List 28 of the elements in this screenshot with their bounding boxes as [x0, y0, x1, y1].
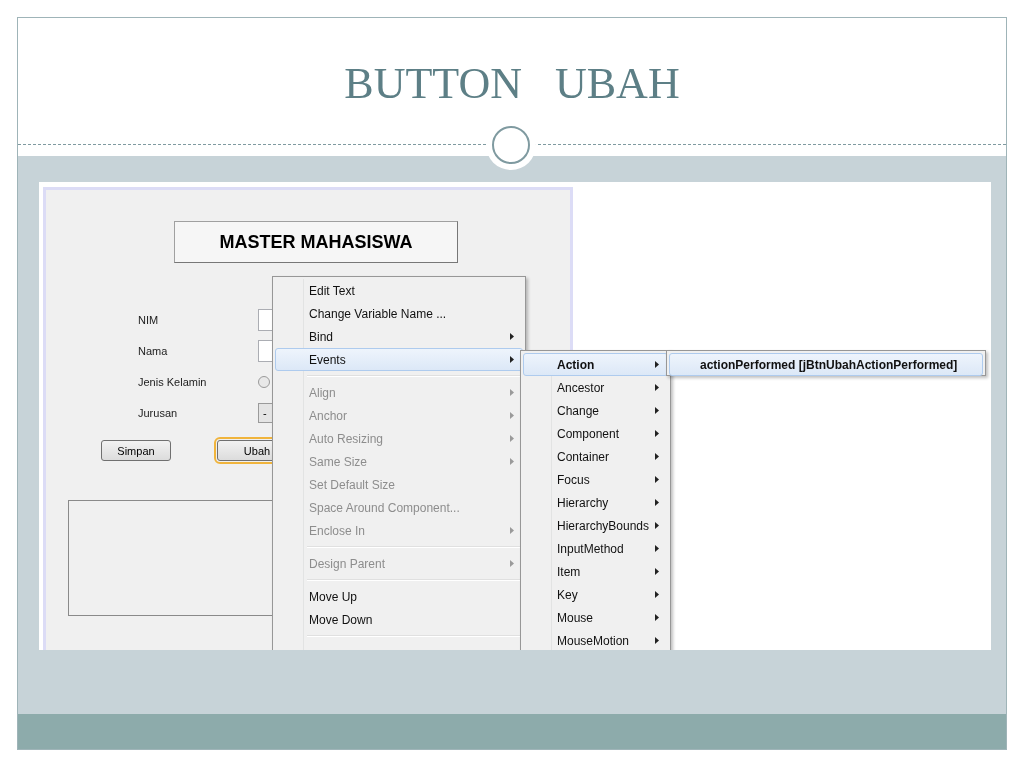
menu-item[interactable]: Edit Text: [275, 279, 523, 302]
menu-item[interactable]: Component: [523, 422, 668, 445]
menu-item[interactable]: Mouse: [523, 606, 668, 629]
menu-item[interactable]: Bind: [275, 325, 523, 348]
menu-item[interactable]: Focus: [523, 468, 668, 491]
field-label: Jenis Kelamin: [138, 376, 208, 388]
menu-item[interactable]: Move Up: [275, 585, 523, 608]
form-title: MASTER MAHASISWA: [174, 221, 458, 263]
menu-item[interactable]: MouseMotion: [523, 629, 668, 650]
menu-item[interactable]: Action: [523, 353, 668, 376]
field-label: Jurusan: [138, 407, 179, 419]
menu-item[interactable]: Change Variable Name ...: [275, 302, 523, 325]
field-label: NIM: [138, 314, 160, 326]
slide-title: BUTTON UBAH: [344, 57, 680, 109]
menu-item[interactable]: Key: [523, 583, 668, 606]
menu-item[interactable]: Events: [275, 348, 523, 371]
menu-item[interactable]: Item: [523, 560, 668, 583]
radio-button[interactable]: [258, 376, 270, 388]
menu-item[interactable]: Container: [523, 445, 668, 468]
menu-item[interactable]: InputMethod: [523, 537, 668, 560]
menu-item[interactable]: Change: [523, 399, 668, 422]
menu-item[interactable]: Ancestor: [523, 376, 668, 399]
field-label: Nama: [138, 345, 169, 357]
menu-item[interactable]: HierarchyBounds: [523, 514, 668, 537]
menu-item[interactable]: actionPerformed [jBtnUbahActionPerformed]: [669, 353, 983, 376]
form-button[interactable]: Simpan: [101, 440, 171, 461]
menu-item[interactable]: Move Down: [275, 608, 523, 631]
menu-item[interactable]: Hierarchy: [523, 491, 668, 514]
